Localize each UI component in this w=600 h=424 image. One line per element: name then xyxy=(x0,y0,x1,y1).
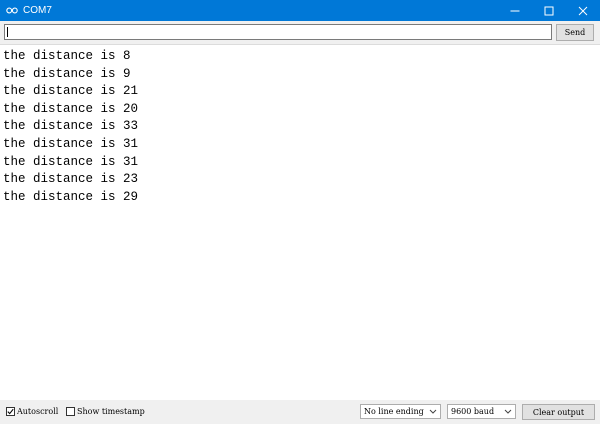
window-title: COM7 xyxy=(23,5,52,16)
maximize-button[interactable] xyxy=(532,0,566,21)
autoscroll-checkbox[interactable] xyxy=(6,407,15,416)
text-caret xyxy=(7,27,8,37)
output-line: the distance is 9 xyxy=(3,66,131,81)
send-input[interactable] xyxy=(4,24,552,40)
arduino-infinity-icon xyxy=(6,7,18,14)
output-line: the distance is 20 xyxy=(3,101,139,116)
checkmark-icon xyxy=(7,408,14,415)
minimize-icon xyxy=(510,10,520,11)
output-line: the distance is 8 xyxy=(3,49,131,63)
line-ending-value: No line ending xyxy=(364,407,424,416)
show-timestamp-label: Show timestamp xyxy=(77,407,145,416)
close-icon xyxy=(578,6,588,15)
output-line: the distance is 31 xyxy=(3,154,139,169)
show-timestamp-checkbox[interactable] xyxy=(66,407,75,416)
serial-monitor-window: COM7 Send the distance is 8 the distance… xyxy=(0,0,600,424)
chevron-down-icon xyxy=(429,409,437,414)
window-controls xyxy=(498,0,600,21)
autoscroll-label: Autoscroll xyxy=(17,407,59,416)
output-line: the distance is 31 xyxy=(3,136,139,151)
line-ending-select[interactable]: No line ending xyxy=(360,404,441,419)
maximize-icon xyxy=(544,6,554,15)
output-line: the distance is 33 xyxy=(3,119,139,134)
serial-output[interactable]: the distance is 8 the distance is 9 the di… xyxy=(0,44,600,400)
output-line: the distance is 29 xyxy=(3,189,139,204)
clear-output-button[interactable]: Clear output xyxy=(522,404,595,420)
chevron-down-icon xyxy=(504,409,512,414)
send-bar xyxy=(0,21,600,44)
minimize-button[interactable] xyxy=(498,0,532,21)
baud-rate-select[interactable]: 9600 baud xyxy=(447,404,516,419)
close-button[interactable] xyxy=(566,0,600,21)
title-bar[interactable]: COM7 xyxy=(0,0,600,21)
bottom-bar: Autoscroll Show timestamp No line ending… xyxy=(0,400,600,424)
output-line: the distance is 21 xyxy=(3,84,139,99)
send-button[interactable]: Send xyxy=(556,24,594,41)
baud-rate-value: 9600 baud xyxy=(451,407,495,416)
output-line: the distance is 23 xyxy=(3,172,139,187)
